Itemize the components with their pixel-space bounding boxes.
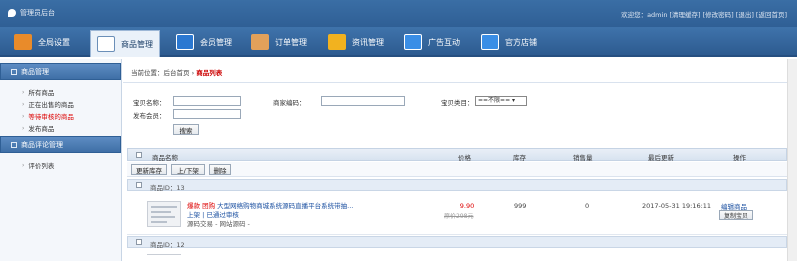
col-name: 商品名称 — [152, 154, 178, 162]
col-actions: 操作 — [733, 154, 746, 162]
collapse-icon — [11, 68, 17, 75]
logo-icon — [8, 9, 16, 17]
toggle-listing-button[interactable]: 上/下架 — [171, 164, 205, 175]
table-row-partial — [127, 249, 787, 255]
name-label: 宝贝名称： — [133, 99, 166, 107]
chevron-right-icon: › — [22, 124, 25, 132]
select-all-checkbox[interactable] — [136, 152, 142, 158]
grid-icon — [97, 36, 115, 52]
sidebar-item-on-sale[interactable]: › 正在出售的商品 — [0, 98, 121, 110]
search-button[interactable]: 搜索 — [173, 124, 199, 135]
product-thumbnail[interactable] — [147, 201, 181, 227]
sidebar-section-label: 商品管理 — [21, 67, 49, 76]
product-id: 商品ID：12 — [150, 241, 185, 249]
col-updated: 最后更新 — [648, 154, 674, 162]
nav-label: 订单管理 — [275, 37, 307, 47]
col-stock: 库存 — [513, 154, 526, 162]
nav-label: 广告互动 — [428, 37, 460, 47]
col-price: 价格 — [458, 154, 471, 162]
sidebar-item-label: 正在出售的商品 — [28, 101, 74, 109]
code-label: 商家编码： — [273, 99, 306, 107]
sidebar-item-label: 发布商品 — [28, 125, 55, 133]
sidebar: 商品管理 › 所有商品 › 正在出售的商品 › 等待审核的商品 › 发布商品 商品评论管… — [0, 59, 122, 261]
ad-icon — [404, 34, 422, 50]
copy-product-button[interactable]: 复制宝贝 — [719, 210, 753, 220]
nav-product-management[interactable]: 商品管理 — [90, 30, 160, 57]
product-id: 商品ID：13 — [150, 184, 185, 192]
filter-panel: 宝贝名称： 商家编码： 宝贝类目： ==不限== ▾ 发布会员： 搜索 — [123, 87, 787, 143]
sidebar-item-pending-review[interactable]: › 等待审核的商品 — [0, 110, 121, 122]
nav-ad-interaction[interactable]: 广告互动 — [398, 30, 466, 54]
nav-label: 官方店铺 — [505, 37, 537, 47]
chevron-right-icon: › — [22, 161, 25, 169]
product-stock: 999 — [514, 202, 527, 210]
delete-button[interactable]: 删除 — [209, 164, 231, 175]
scrollbar[interactable] — [787, 59, 797, 261]
category-select-value: ==不限== — [478, 97, 511, 104]
breadcrumb: 当前位置：后台首页 › 商品列表 — [131, 67, 222, 77]
sidebar-item-label: 所有商品 — [28, 89, 55, 97]
table-header: 商品名称 价格 库存 销售量 最后更新 操作 — [127, 148, 787, 162]
nav-news-management[interactable]: 资讯管理 — [322, 30, 390, 54]
breadcrumb-separator: › — [191, 69, 195, 77]
shop-icon — [481, 34, 499, 50]
main-content: 当前位置：后台首页 › 商品列表 宝贝名称： 商家编码： 宝贝类目： ==不限=… — [123, 59, 797, 261]
product-name-input[interactable] — [173, 96, 241, 106]
collapse-icon — [11, 141, 17, 148]
nav-label: 会员管理 — [200, 37, 232, 47]
sidebar-item-review-list[interactable]: › 评价列表 — [0, 159, 121, 171]
nav-global-settings[interactable]: 全局设置 — [8, 30, 76, 54]
product-group-row: 商品ID：13 — [127, 179, 787, 192]
nav-label: 资讯管理 — [352, 37, 384, 47]
nav-label: 商品管理 — [121, 39, 153, 49]
breadcrumb-home[interactable]: 当前位置：后台首页 — [131, 69, 190, 77]
table-toolbar: 更新库存 上/下架 删除 — [127, 162, 787, 177]
breadcrumb-current: 商品列表 — [196, 69, 223, 77]
product-price: 9.90 — [459, 202, 475, 210]
app-logo: 管理员后台 — [8, 8, 55, 18]
sidebar-item-publish[interactable]: › 发布商品 — [0, 122, 121, 134]
category-select[interactable]: ==不限== ▾ — [475, 96, 527, 106]
nav-order-management[interactable]: 订单管理 — [245, 30, 313, 54]
publisher-input[interactable] — [173, 109, 241, 119]
merchant-code-input[interactable] — [321, 96, 405, 106]
nav-member-management[interactable]: 会员管理 — [170, 30, 238, 54]
product-updated: 2017-05-31 19:16:11 — [642, 202, 712, 210]
order-icon — [251, 34, 269, 50]
nav-label: 全局设置 — [38, 37, 70, 47]
product-group-row: 商品ID：12 — [127, 236, 787, 249]
gear-icon — [14, 34, 32, 50]
news-icon — [328, 34, 346, 50]
sidebar-item-all-products[interactable]: › 所有商品 — [0, 86, 121, 98]
update-stock-button[interactable]: 更新库存 — [131, 164, 167, 175]
category-label: 宝贝类目： — [441, 99, 474, 107]
divider — [123, 82, 787, 83]
nav-official-store[interactable]: 官方店铺 — [475, 30, 543, 54]
sidebar-section-reviews[interactable]: 商品评论管理 — [0, 136, 121, 153]
chevron-right-icon: › — [22, 88, 25, 96]
row-checkbox[interactable] — [136, 239, 142, 245]
publisher-label: 发布会员： — [133, 112, 166, 120]
table-row: 爆款 团购 大型网络购物商城系统源码直播平台系统带抽... 上架 | 已通过审核… — [127, 193, 787, 235]
sidebar-section-products[interactable]: 商品管理 — [0, 63, 121, 80]
product-sales: 0 — [585, 202, 590, 210]
main-nav: 全局设置 商品管理 会员管理 订单管理 资讯管理 广告互动 官方店铺 — [0, 27, 797, 57]
chevron-right-icon: › — [22, 100, 25, 108]
product-category: 源码交易 - 网站源码 - — [187, 220, 250, 228]
sidebar-item-label: 等待审核的商品 — [28, 113, 74, 121]
welcome-links[interactable]: 欢迎您：admin [清理缓存] [修改密码] [退出] [返回首页] — [621, 9, 787, 19]
app-title: 管理员后台 — [20, 9, 55, 17]
original-price: 原价298元 — [444, 213, 474, 220]
top-bar: 管理员后台 欢迎您：admin [清理缓存] [修改密码] [退出] [返回首页… — [0, 0, 797, 27]
sidebar-section-label: 商品评论管理 — [21, 140, 63, 149]
row-checkbox[interactable] — [136, 182, 142, 188]
chevron-right-icon: › — [22, 112, 25, 120]
user-card-icon — [176, 34, 194, 50]
col-sales: 销售量 — [573, 154, 593, 162]
sidebar-item-label: 评价列表 — [28, 162, 55, 170]
